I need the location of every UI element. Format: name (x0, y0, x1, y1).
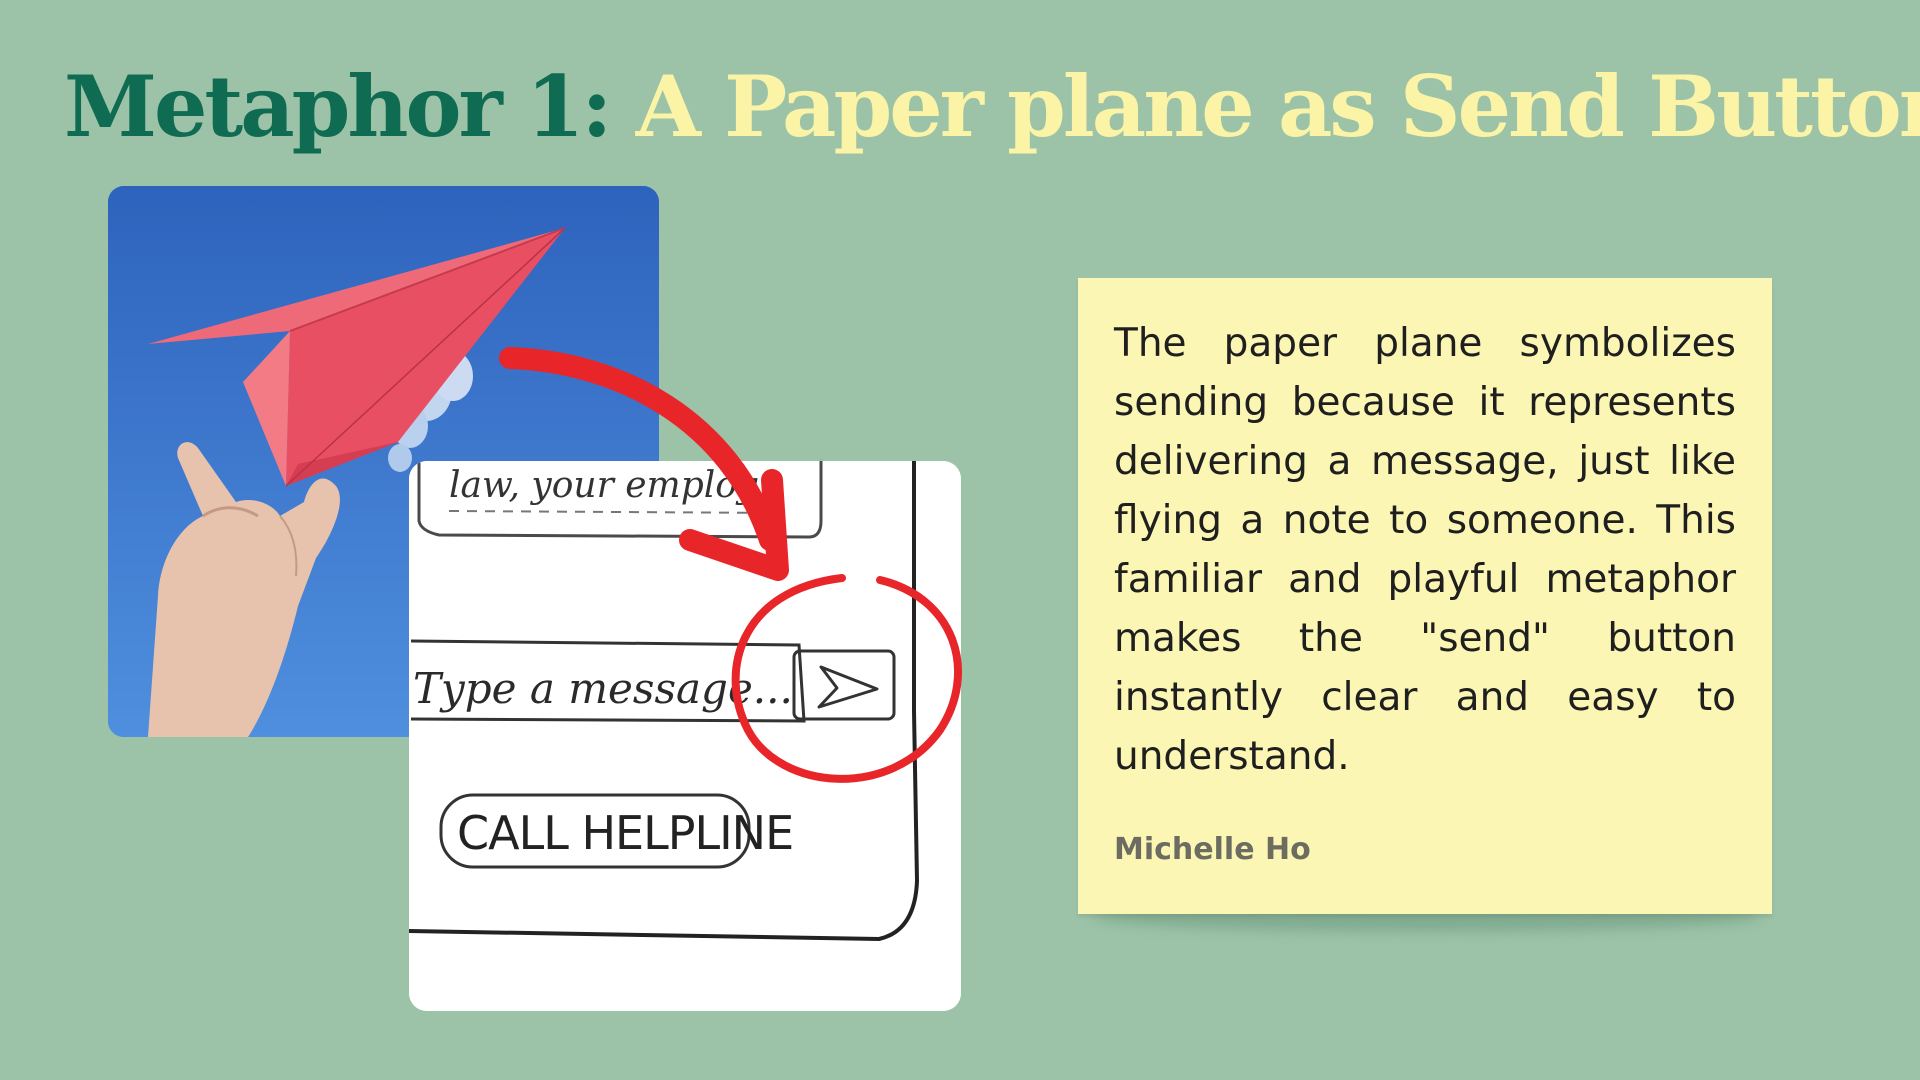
note-author: Michelle Ho (1114, 832, 1311, 867)
slide-title: Metaphor 1: A Paper plane as Send Button (64, 52, 1920, 162)
sticky-note: The paper plane symbolizes sending becau… (1078, 278, 1772, 914)
wireframe-sketch: law, your employ... Type a message... CA… (409, 461, 961, 1011)
title-prefix: Metaphor 1: (64, 57, 612, 156)
sketch-helpline-label: CALL HELPLINE (457, 806, 793, 860)
note-text: The paper plane symbolizes sending becau… (1114, 321, 1736, 779)
sketch-input-placeholder: Type a message... (413, 664, 793, 713)
title-rest: A Paper plane as Send Button (635, 57, 1920, 156)
send-button-sketch: law, your employ... Type a message... CA… (409, 461, 961, 1011)
sketch-top-text: law, your employ... (449, 465, 787, 506)
